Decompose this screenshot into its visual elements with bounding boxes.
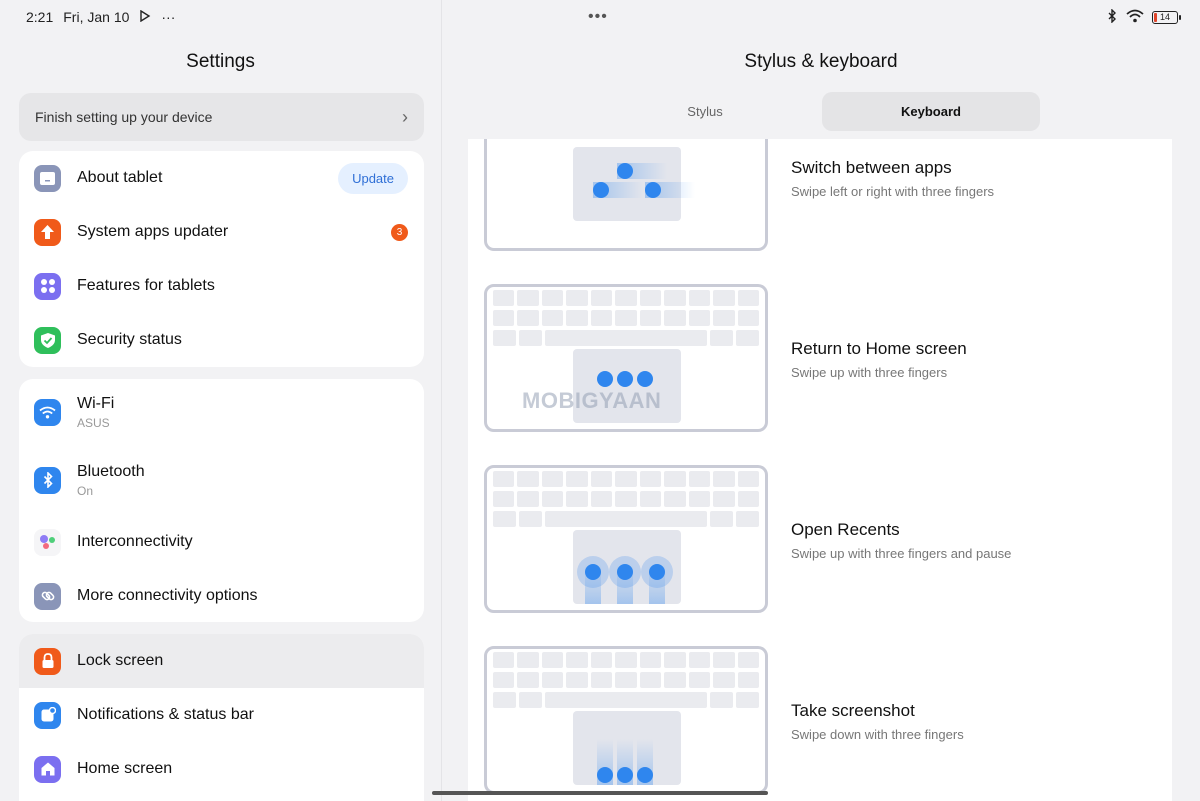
- about-tablet-label: About tablet: [77, 169, 163, 186]
- home-icon: [34, 755, 61, 783]
- window-handle-icon[interactable]: •••: [588, 8, 608, 26]
- battery-level: 14: [1159, 12, 1170, 22]
- gesture-description: Swipe left or right with three fingers: [791, 184, 995, 199]
- gesture-title: Take screenshot: [791, 701, 915, 720]
- gesture-description: Swipe up with three fingers: [791, 365, 948, 380]
- gesture-item-open-recents: Open Recents Swipe up with three fingers…: [791, 520, 1011, 561]
- settings-item-lock-screen[interactable]: Lock screen: [19, 634, 424, 688]
- home-screen-label: Home screen: [77, 760, 173, 777]
- settings-item-system-apps-updater[interactable]: System apps updater 3: [19, 205, 424, 259]
- bluetooth-state: On: [77, 483, 94, 498]
- settings-group-display: Lock screen Notifications & status bar H…: [19, 634, 424, 801]
- panel-divider: [441, 0, 442, 801]
- notifications-label: Notifications & status bar: [77, 706, 254, 723]
- tab-bar: Stylus Keyboard: [596, 92, 1040, 131]
- bluetooth-icon: [34, 466, 61, 494]
- gesture-item-switch-apps: Switch between apps Swipe left or right …: [791, 158, 994, 199]
- gesture-title: Open Recents: [791, 520, 900, 539]
- update-button[interactable]: Update: [338, 162, 408, 194]
- lock-icon: [34, 647, 61, 675]
- bluetooth-status-icon: [1106, 8, 1118, 26]
- bluetooth-label: Bluetooth: [77, 462, 145, 480]
- gesture-illustration-take-screenshot: [484, 646, 768, 794]
- features-for-tablets-label: Features for tablets: [77, 277, 215, 294]
- gesture-title: Return to Home screen: [791, 339, 967, 358]
- gesture-illustration-open-recents: [484, 465, 768, 613]
- gesture-title: Switch between apps: [791, 158, 952, 177]
- settings-panel: Settings Finish setting up your device ›…: [0, 0, 441, 801]
- settings-item-security-status[interactable]: Security status: [19, 313, 424, 367]
- arrow-up-icon: [34, 218, 61, 246]
- interconnectivity-label: Interconnectivity: [77, 533, 193, 550]
- settings-item-home-screen[interactable]: Home screen: [19, 742, 424, 796]
- chevron-right-icon: ›: [402, 106, 408, 127]
- gesture-item-take-screenshot: Take screenshot Swipe down with three fi…: [791, 701, 964, 742]
- settings-item-more-connectivity[interactable]: More connectivity options: [19, 569, 424, 622]
- settings-group-device: About tablet Update System apps updater …: [19, 151, 424, 367]
- interconnectivity-icon: [34, 528, 61, 556]
- link-icon: [34, 582, 61, 610]
- finish-setup-card[interactable]: Finish setting up your device ›: [19, 93, 424, 141]
- grid-icon: [34, 272, 61, 300]
- lock-screen-label: Lock screen: [77, 652, 164, 669]
- status-bar-right: 14: [1106, 8, 1181, 26]
- settings-item-notifications[interactable]: Notifications & status bar: [19, 688, 424, 742]
- gesture-description: Swipe down with three fingers: [791, 727, 964, 742]
- update-count-badge: 3: [391, 223, 408, 241]
- finish-setup-label: Finish setting up your device: [35, 109, 213, 125]
- tab-stylus[interactable]: Stylus: [596, 92, 814, 131]
- gestures-list[interactable]: Switch between apps Swipe left or right …: [468, 139, 1172, 801]
- settings-item-about-tablet[interactable]: About tablet Update: [19, 151, 424, 205]
- settings-title: Settings: [186, 51, 255, 72]
- security-status-label: Security status: [77, 331, 182, 348]
- stylus-keyboard-title: Stylus & keyboard: [744, 51, 898, 72]
- wifi-network-name: ASUS: [77, 415, 110, 430]
- settings-item-interconnectivity[interactable]: Interconnectivity: [19, 515, 424, 569]
- wifi-icon: [34, 398, 61, 426]
- tab-keyboard[interactable]: Keyboard: [822, 92, 1040, 131]
- settings-group-connectivity: Wi-Fi ASUS Bluetooth On Interconnectivit…: [19, 379, 424, 622]
- gesture-item-return-home: Return to Home screen Swipe up with thre…: [791, 339, 967, 380]
- settings-item-features-for-tablets[interactable]: Features for tablets: [19, 259, 424, 313]
- system-apps-updater-label: System apps updater: [77, 223, 229, 240]
- settings-item-bluetooth[interactable]: Bluetooth On: [19, 445, 424, 515]
- settings-item-wifi[interactable]: Wi-Fi ASUS: [19, 379, 424, 445]
- gesture-illustration-switch-apps: [484, 139, 768, 251]
- battery-icon: 14: [1152, 11, 1181, 24]
- more-connectivity-label: More connectivity options: [77, 587, 258, 604]
- notification-icon: [34, 701, 61, 729]
- tablet-icon: [34, 164, 61, 192]
- home-indicator[interactable]: [432, 791, 768, 795]
- wifi-status-icon: [1126, 9, 1144, 26]
- shield-icon: [34, 326, 61, 354]
- gesture-description: Swipe up with three fingers and pause: [791, 546, 1012, 561]
- watermark: MOBIGYAAN: [522, 388, 662, 413]
- wifi-label: Wi-Fi: [77, 394, 115, 412]
